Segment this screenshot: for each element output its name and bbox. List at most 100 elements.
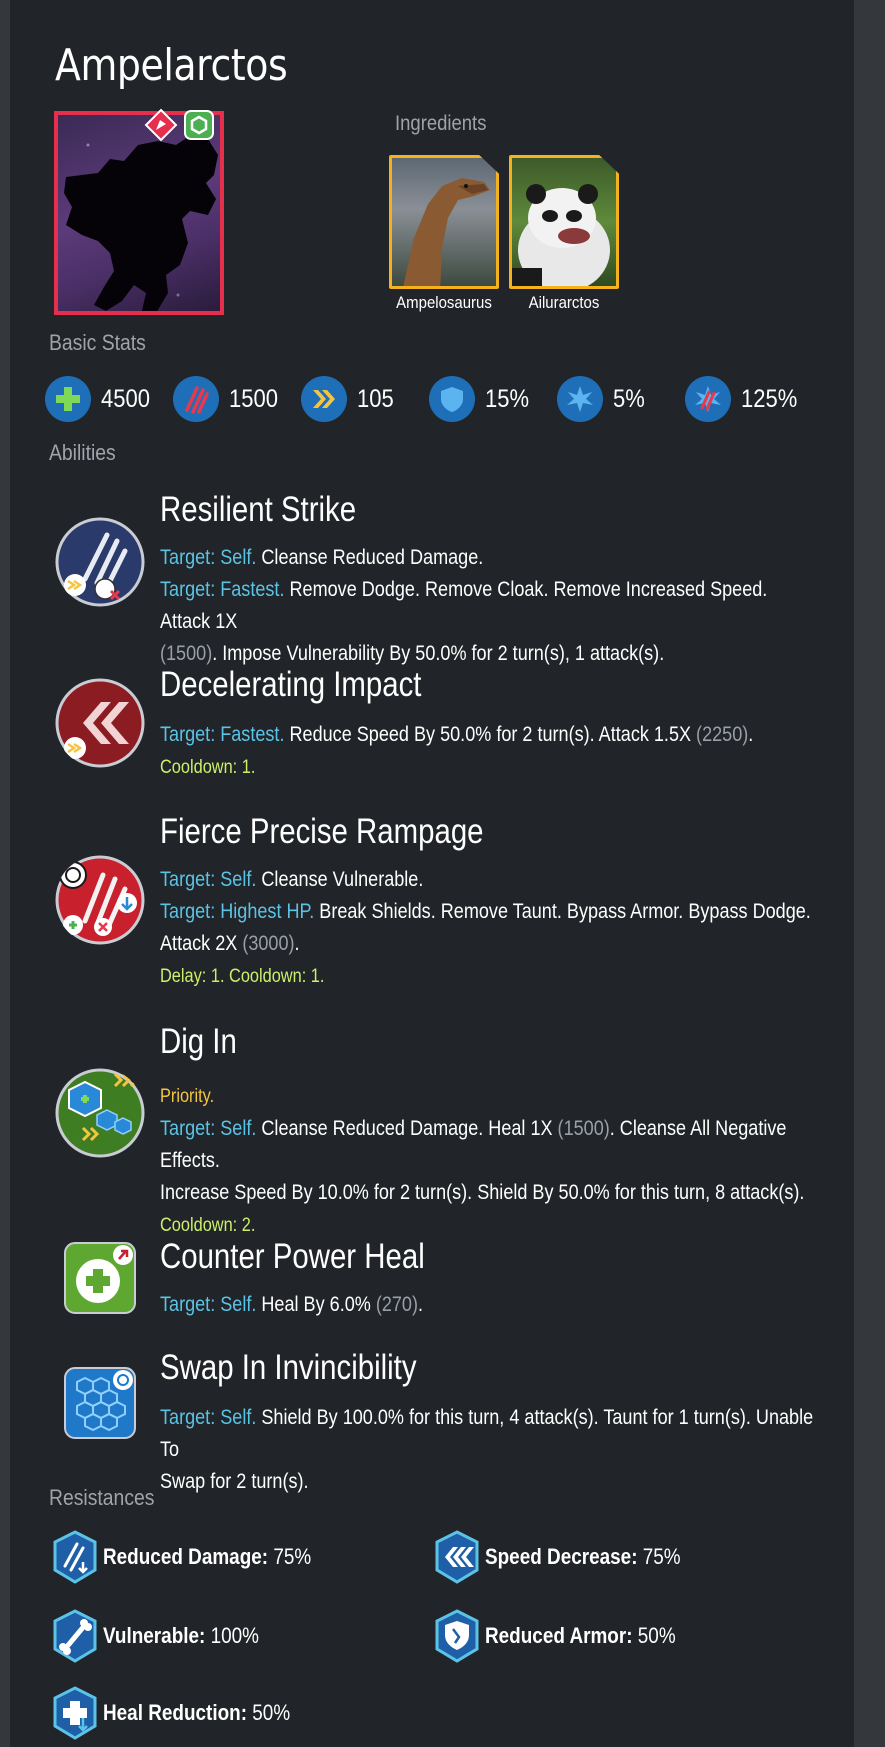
resistance-value: 50% — [247, 1700, 291, 1725]
resistance-text: Heal Reduction: 50% — [103, 1700, 290, 1726]
resistance-text: Reduced Damage: 75% — [103, 1544, 311, 1570]
resistance-value: 75% — [637, 1544, 681, 1569]
ability-description: Target: Self. Shield By 100.0% for this … — [160, 1402, 814, 1498]
stat-crit-damage: 125% — [685, 376, 805, 422]
reduced-armor-icon — [435, 1609, 479, 1663]
resistance-text: Reduced Armor: 50% — [485, 1623, 676, 1649]
stat-health: 4500 — [45, 376, 157, 422]
creature-detail-panel: Ampelarctos Ingredients Ampelosaurus Ail… — [10, 0, 854, 1747]
ingredients-heading: Ingredients — [395, 112, 487, 135]
resistance-label: Speed Decrease: — [485, 1544, 638, 1569]
ability-name: Swap In Invincibility — [160, 1348, 417, 1387]
ability-effect: Heal By 6.0% — [256, 1293, 376, 1316]
resistance-reduced-damage: Reduced Damage: 75% — [53, 1530, 345, 1584]
ability-fierce-precise-rampage[interactable]: Fierce Precise Rampage Target: Self. Cle… — [55, 812, 855, 992]
ability-effect: Attack 2X — [160, 932, 243, 955]
resistance-label: Reduced Damage: — [103, 1544, 269, 1569]
ability-name: Decelerating Impact — [160, 665, 422, 704]
resistance-value: 100% — [205, 1623, 259, 1648]
ability-counter-power-heal[interactable]: Counter Power Heal Target: Self. Heal By… — [55, 1237, 855, 1337]
health-icon — [45, 376, 91, 422]
rarity-badge-icon — [144, 108, 178, 142]
ability-swap-in-invincibility[interactable]: Swap In Invincibility Target: Self. Shie… — [55, 1348, 855, 1493]
ability-effect: Swap for 2 turn(s). — [160, 1470, 309, 1493]
ability-effect: Increase Speed By 10.0% for 2 turn(s). S… — [160, 1181, 805, 1204]
ability-effect: Cleanse Vulnerable. — [256, 868, 424, 891]
crit-chance-icon — [557, 376, 603, 422]
damage-icon — [173, 376, 219, 422]
resistance-label: Reduced Armor: — [485, 1623, 633, 1648]
crit-damage-icon — [685, 376, 731, 422]
stat-value: 5% — [613, 384, 645, 413]
ability-damage-value: (270) — [375, 1293, 418, 1316]
ability-effect: Cleanse Reduced Damage. Heal 1X — [256, 1117, 558, 1140]
ability-target: Target: Fastest. — [160, 723, 285, 746]
stat-value: 4500 — [101, 384, 150, 413]
ingredient-card-ailurarctos[interactable] — [509, 155, 619, 289]
stat-armor: 15% — [429, 376, 535, 422]
basic-stats-heading: Basic Stats — [49, 330, 146, 355]
stat-value: 125% — [741, 384, 798, 413]
ability-effect: . — [294, 932, 300, 955]
stat-crit-chance: 5% — [557, 376, 649, 422]
ability-description: Target: Self. Heal By 6.0% (270). — [160, 1289, 814, 1321]
resistance-text: Speed Decrease: 75% — [485, 1544, 681, 1570]
resistance-text: Vulnerable: 100% — [103, 1623, 259, 1649]
stat-damage: 1500 — [173, 376, 285, 422]
ability-effect: Reduce Speed By 50.0% for 2 turn(s). Att… — [284, 723, 697, 746]
ability-damage-value: (1500) — [557, 1117, 610, 1140]
ability-target: Target: Self. — [160, 1293, 257, 1316]
resilient-strike-icon — [55, 517, 145, 607]
stat-value: 1500 — [229, 384, 278, 413]
fierce-precise-rampage-icon — [55, 855, 145, 945]
ability-name: Fierce Precise Rampage — [160, 812, 484, 851]
ability-target: Target: Self. — [160, 1117, 257, 1140]
counter-power-heal-icon — [64, 1242, 136, 1314]
ability-effect: Cleanse Reduced Damage. — [256, 546, 484, 569]
ability-description: Priority. Target: Self. Cleanse Reduced … — [160, 1080, 814, 1242]
ability-cooldown: Cooldown: 1. — [160, 757, 256, 778]
resistance-vulnerable: Vulnerable: 100% — [53, 1609, 284, 1663]
ability-dig-in[interactable]: Dig In Priority. Target: Self. Cleanse R… — [55, 1022, 855, 1236]
ability-decelerating-impact[interactable]: Decelerating Impact Target: Fastest. Red… — [55, 665, 855, 785]
ability-description: Target: Fastest. Reduce Speed By 50.0% f… — [160, 719, 814, 784]
resistance-label: Heal Reduction: — [103, 1700, 248, 1725]
ability-effect: . — [418, 1293, 424, 1316]
resistance-value: 75% — [268, 1544, 312, 1569]
ability-name: Resilient Strike — [160, 490, 357, 529]
ability-target: Target: Self. — [160, 546, 257, 569]
ability-description: Target: Self. Cleanse Reduced Damage. Ta… — [160, 542, 814, 670]
ability-effect: Break Shields. Remove Taunt. Bypass Armo… — [314, 900, 811, 923]
ability-name: Counter Power Heal — [160, 1237, 425, 1276]
swap-in-invincibility-icon — [64, 1367, 136, 1439]
vulnerable-icon — [53, 1609, 97, 1663]
ability-priority: Priority. — [160, 1086, 215, 1107]
ability-cooldown: Cooldown: 2. — [160, 1215, 256, 1236]
ingredient-name: Ailurarctos — [528, 293, 600, 312]
speed-icon — [301, 376, 347, 422]
ability-target: Target: Self. — [160, 1406, 257, 1429]
ampelosaurus-portrait — [402, 178, 490, 286]
ability-damage-value: (2250) — [696, 723, 749, 746]
abilities-heading: Abilities — [49, 440, 116, 465]
resistance-speed-decrease: Speed Decrease: 75% — [435, 1530, 712, 1584]
ability-target: Target: Highest HP. — [160, 900, 315, 923]
ability-target: Target: Self. — [160, 868, 257, 891]
speed-decrease-icon — [435, 1530, 479, 1584]
ingredient-name: Ampelosaurus — [396, 293, 492, 312]
ability-damage-value: (3000) — [242, 932, 295, 955]
stat-speed: 105 — [301, 376, 399, 422]
creature-name: Ampelarctos — [55, 40, 288, 91]
ability-cooldown: Delay: 1. Cooldown: 1. — [160, 966, 325, 987]
ingredient-card-ampelosaurus[interactable] — [389, 155, 499, 289]
ability-effect: . — [748, 723, 754, 746]
ability-damage-value: (1500) — [160, 642, 213, 665]
ability-effect: . Impose Vulnerability By 50.0% for 2 tu… — [212, 642, 665, 665]
resistance-heal-reduction: Heal Reduction: 50% — [53, 1686, 321, 1740]
reduced-damage-icon — [53, 1530, 97, 1584]
ability-resilient-strike[interactable]: Resilient Strike Target: Self. Cleanse R… — [55, 490, 855, 665]
creature-silhouette — [64, 137, 218, 311]
resistance-reduced-armor: Reduced Armor: 50% — [435, 1609, 707, 1663]
ability-effect: Shield By 100.0% for this turn, 4 attack… — [160, 1406, 814, 1461]
resistance-value: 50% — [632, 1623, 676, 1648]
